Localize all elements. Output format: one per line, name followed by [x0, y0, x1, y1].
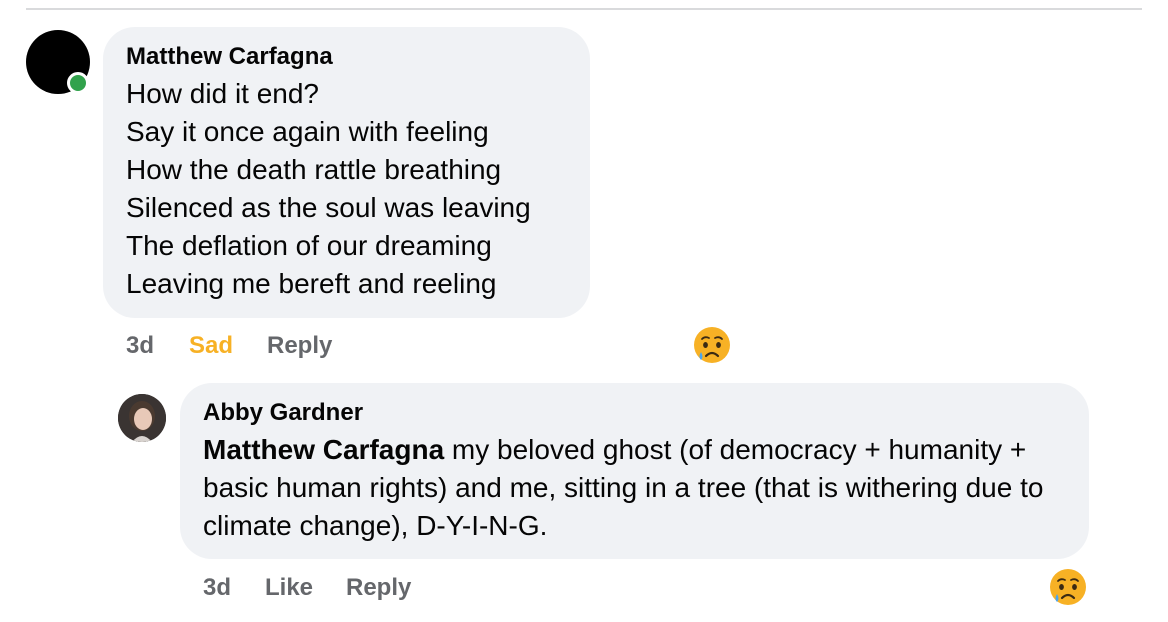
reply-button[interactable]: Reply — [346, 574, 411, 602]
comment-line: How did it end? — [126, 78, 320, 109]
reply-button[interactable]: Reply — [267, 332, 332, 360]
comment-line: Leaving me bereft and reeling — [126, 268, 497, 299]
top-divider — [26, 8, 1142, 10]
avatar-photo — [118, 394, 166, 442]
mention-link[interactable]: Matthew Carfagna — [203, 434, 444, 465]
avatar[interactable] — [118, 394, 166, 442]
comment-text: Matthew Carfagna my beloved ghost (of de… — [203, 431, 1073, 545]
online-status-icon — [67, 72, 89, 94]
comment-author[interactable]: Matthew Carfagna — [126, 43, 333, 71]
comment-line: Silenced as the soul was leaving — [126, 192, 531, 223]
comment-timestamp[interactable]: 3d — [126, 332, 154, 360]
sad-reaction-icon[interactable] — [1048, 567, 1088, 607]
comment-line: The deflation of our dreaming — [126, 230, 492, 261]
like-button[interactable]: Like — [265, 574, 313, 602]
comment-author[interactable]: Abby Gardner — [203, 399, 363, 427]
sad-reaction-icon[interactable] — [692, 325, 732, 365]
comment-timestamp[interactable]: 3d — [203, 574, 231, 602]
reaction-button[interactable]: Sad — [189, 332, 233, 360]
comment-line: How the death rattle breathing — [126, 154, 502, 185]
comment-line: Say it once again with feeling — [126, 116, 489, 147]
